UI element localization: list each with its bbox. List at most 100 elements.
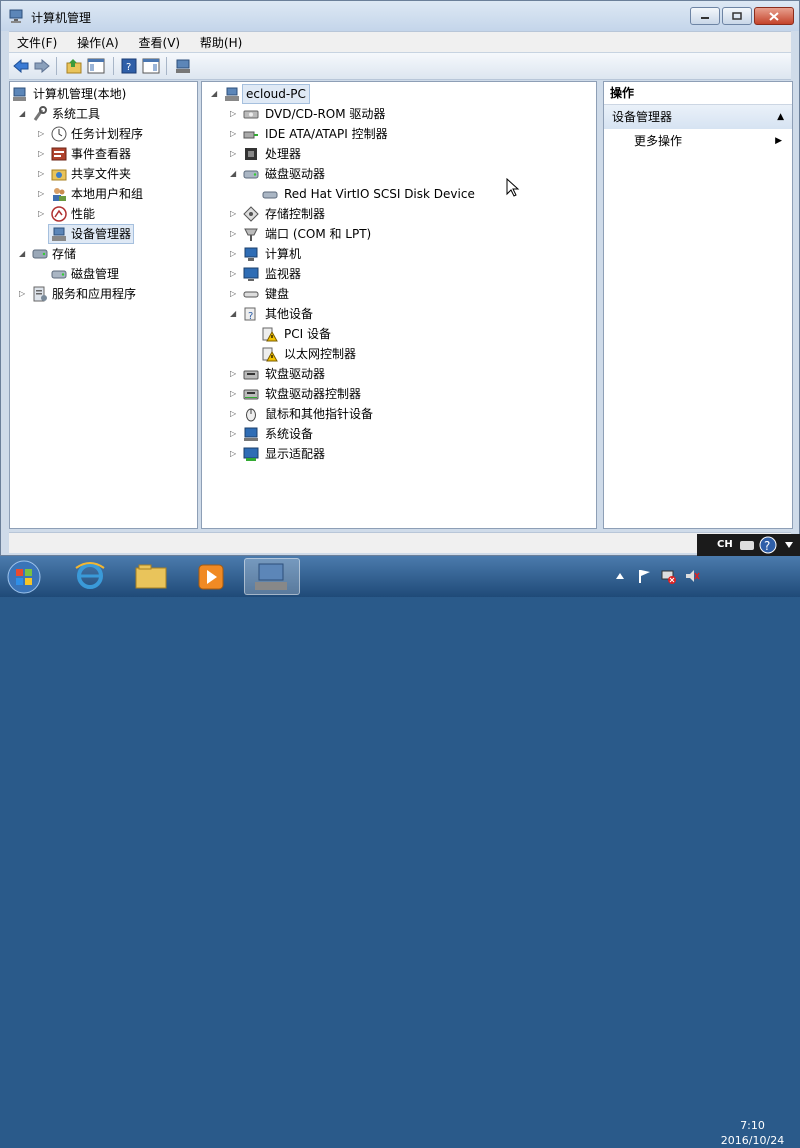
ide-controller-icon (243, 131, 258, 139)
collapsed-triangle-icon: ▷ (38, 169, 45, 178)
console-tree-pane: 计算机管理(本地) ◢ 系统工具 ▷ 任务计划程序 ▷ 事件查看器 ▷ 共享文件… (9, 81, 198, 529)
up-level-button[interactable] (65, 57, 83, 75)
taskbar-computer-management[interactable] (244, 558, 300, 595)
taskbar: 7:10 2016/10/24 (0, 556, 800, 1147)
storage-icon (32, 249, 48, 259)
disk-management-icon (51, 270, 67, 279)
computer-icon (225, 87, 239, 101)
title-bar[interactable]: 计算机管理 (1, 1, 799, 31)
tree-item-label: 磁盘管理 (71, 267, 120, 281)
taskbar-media-player[interactable] (183, 558, 239, 595)
tree-item-services-applications[interactable]: ▷ 服务和应用程序 (10, 284, 197, 304)
back-arrow-icon (13, 59, 29, 73)
expanded-triangle-icon: ◢ (19, 109, 26, 118)
tree-item-storage[interactable]: ◢ 存储 (10, 244, 197, 264)
clock-icon (51, 126, 67, 142)
processor-icon (245, 148, 257, 160)
users-icon (53, 188, 66, 201)
device-category-label: 监视器 (265, 267, 302, 281)
performance-icon (51, 206, 67, 222)
network-disconnected-icon[interactable] (660, 568, 676, 584)
expanded-triangle-icon: ◢ (19, 249, 26, 258)
expanded-triangle-icon: ◢ (230, 309, 237, 318)
media-player-icon (198, 564, 224, 590)
device-category-label: IDE ATA/ATAPI 控制器 (265, 127, 388, 141)
collapsed-triangle-icon: ▷ (230, 129, 237, 138)
tree-item-label: 事件查看器 (71, 147, 132, 161)
start-button[interactable] (4, 558, 44, 595)
device-category-label: 软盘驱动器控制器 (265, 387, 362, 401)
tree-item-event-viewer[interactable]: ▷ 事件查看器 (10, 144, 197, 164)
device-category-label: 鼠标和其他指针设备 (265, 407, 374, 421)
collapsed-triangle-icon: ▷ (230, 429, 237, 438)
options-icon[interactable] (783, 539, 795, 551)
tree-item-label: 设备管理器 (71, 227, 132, 241)
close-icon (769, 11, 779, 21)
disk-drive-icon (243, 170, 259, 179)
toolbar: ? (9, 52, 791, 80)
tree-item-disk-management[interactable]: 磁盘管理 (10, 264, 197, 284)
language-indicator[interactable]: CH (717, 539, 733, 550)
tree-root-label: 计算机管理(本地) (33, 87, 127, 101)
device-category-label: 处理器 (265, 147, 302, 161)
tree-item-system-tools[interactable]: ◢ 系统工具 (10, 104, 197, 124)
device-category-label: DVD/CD-ROM 驱动器 (265, 107, 386, 121)
show-action-pane-button[interactable] (142, 57, 160, 75)
taskbar-explorer[interactable] (123, 558, 179, 595)
collapsed-triangle-icon: ▷ (230, 249, 237, 258)
back-button[interactable] (12, 57, 30, 75)
show-hidden-icons[interactable] (612, 568, 628, 584)
taskbar-internet-explorer[interactable] (62, 558, 118, 595)
port-icon (244, 228, 258, 241)
show-hide-tree-button[interactable] (87, 57, 105, 75)
menu-view[interactable]: 查看(V) (131, 32, 189, 53)
forward-button[interactable] (33, 57, 51, 75)
tree-item-task-scheduler[interactable]: ▷ 任务计划程序 (10, 124, 197, 144)
actions-section-device-manager[interactable]: 设备管理器 ▲ (604, 105, 792, 129)
minimize-button[interactable] (690, 7, 720, 25)
menu-bar: 文件(F) 操作(A) 查看(V) 帮助(H) (9, 31, 791, 52)
folder-up-icon (66, 59, 82, 74)
folder-icon (135, 564, 167, 589)
menu-help[interactable]: 帮助(H) (192, 32, 250, 53)
action-center-flag-icon[interactable] (636, 568, 652, 584)
device-category-label: 计算机 (265, 247, 302, 261)
menu-file[interactable]: 文件(F) (9, 32, 65, 53)
tree-item-label: 系统工具 (52, 107, 101, 121)
warning-device-icon (262, 327, 278, 342)
keyboard-icon (243, 291, 259, 298)
close-button[interactable] (754, 7, 794, 25)
tree-item-device-manager[interactable]: 设备管理器 (48, 224, 134, 244)
properties-button[interactable] (174, 57, 192, 75)
device-item-label: PCI 设备 (284, 327, 331, 341)
minimize-icon (701, 17, 709, 19)
collapsed-triangle-icon: ▷ (230, 289, 237, 298)
help-icon[interactable]: ? (759, 536, 777, 554)
tree-item-shared-folders[interactable]: ▷ 共享文件夹 (10, 164, 197, 184)
help-button[interactable]: ? (120, 57, 138, 75)
device-category-label: 端口 (COM 和 LPT) (265, 227, 372, 241)
volume-muted-icon[interactable] (684, 568, 700, 584)
storage-controller-icon (243, 206, 259, 222)
collapse-up-icon[interactable]: ▲ (777, 105, 784, 129)
computer-management-window: 计算机管理 文件(F) 操作(A) 查看(V) 帮助(H) ? 计算机管理(本地… (0, 0, 800, 556)
maximize-button[interactable] (722, 7, 752, 25)
more-actions-item[interactable]: 更多操作 ▶ (604, 129, 792, 153)
device-category-label: 软盘驱动器 (265, 367, 326, 381)
event-viewer-icon (51, 147, 67, 161)
input-method-icon[interactable] (739, 537, 755, 553)
expanded-triangle-icon: ◢ (211, 89, 218, 98)
tree-item-local-users-groups[interactable]: ▷ 本地用户和组 (10, 184, 197, 204)
tree-item-performance[interactable]: ▷ 性能 (10, 204, 197, 224)
menu-action[interactable]: 操作(A) (69, 32, 127, 53)
device-item-label: Red Hat VirtIO SCSI Disk Device (284, 187, 475, 201)
device-tree-pane: ◢ ecloud-PC ▷ DVD/CD-ROM 驱动器 ▷ IDE ATA/A… (201, 81, 597, 529)
svg-text:?: ? (764, 539, 770, 553)
help-icon: ? (121, 58, 137, 74)
status-bar (9, 532, 791, 553)
device-category-label: 其他设备 (265, 307, 314, 321)
shared-folder-icon (51, 169, 67, 181)
computer-icon (244, 247, 258, 261)
system-clock[interactable]: 7:10 2016/10/24 (715, 1118, 790, 1148)
svg-text:?: ? (126, 62, 131, 73)
